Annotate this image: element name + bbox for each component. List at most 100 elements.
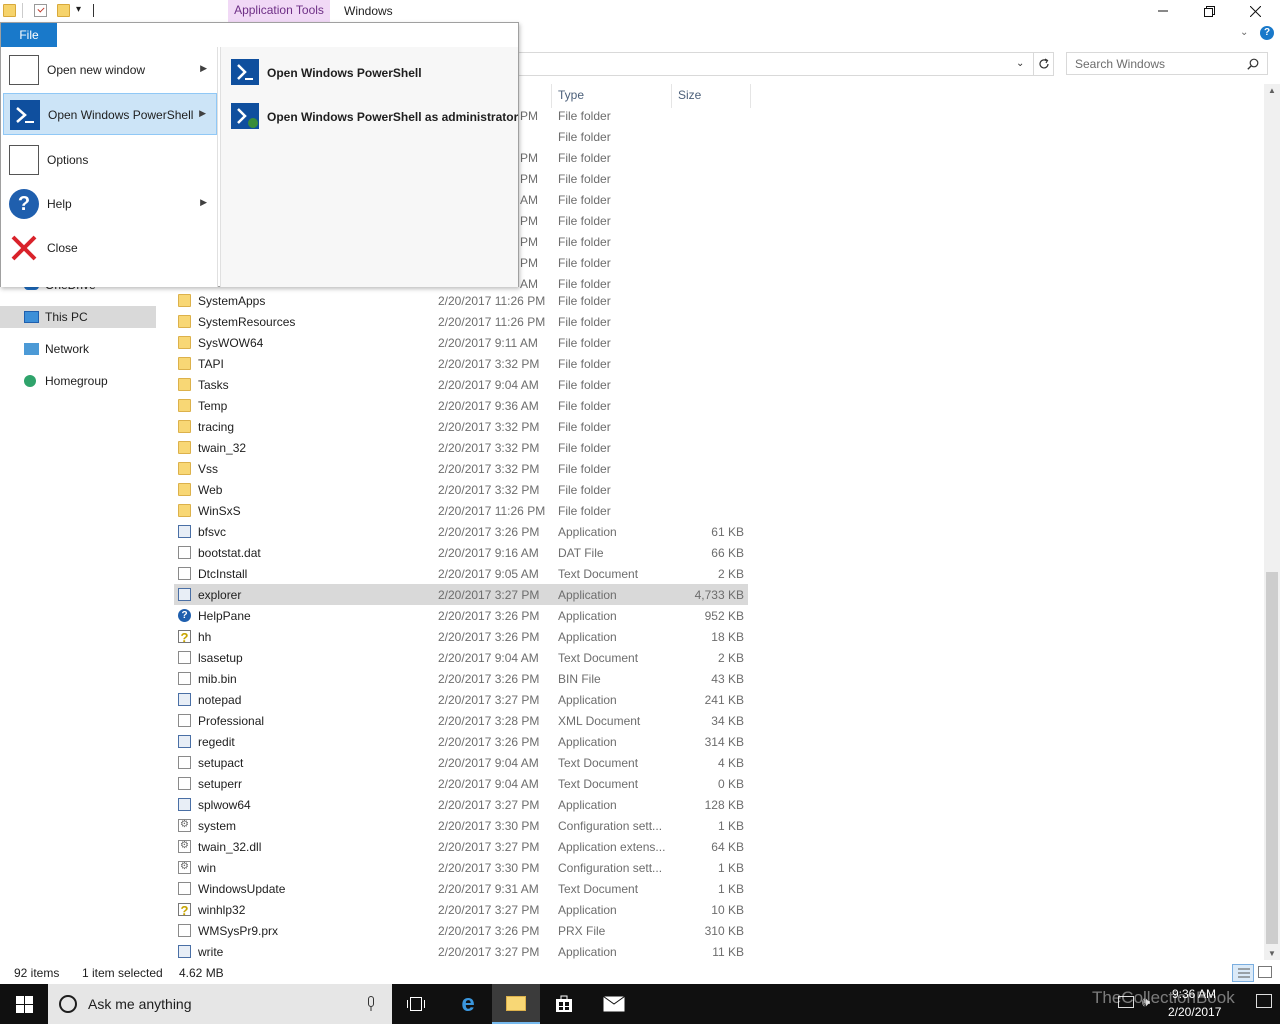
table-row[interactable]: SysWOW64 2/20/2017 9:11 AM File folder	[174, 332, 748, 353]
column-separator[interactable]	[750, 84, 751, 108]
table-row[interactable]: Tasks 2/20/2017 9:04 AM File folder	[174, 374, 748, 395]
file-size: 34 KB	[711, 714, 744, 728]
menu-item-options[interactable]: Options	[3, 139, 217, 181]
application-tools-tab[interactable]: Application Tools	[228, 0, 330, 22]
windows-logo-icon	[15, 995, 33, 1013]
column-header-size[interactable]: Size	[678, 88, 701, 102]
document-icon	[178, 546, 191, 559]
table-row[interactable]: SystemResources 2/20/2017 11:26 PM File fo…	[174, 311, 748, 332]
table-row[interactable]: Vss 2/20/2017 3:32 PM File folder	[174, 458, 748, 479]
menu-item-close[interactable]: Close	[3, 227, 217, 269]
file-size: 1 KB	[717, 882, 744, 896]
search-input[interactable]: Search Windows	[1066, 52, 1268, 75]
close-icon	[9, 233, 39, 263]
table-row[interactable]: Temp 2/20/2017 9:36 AM File folder	[174, 395, 748, 416]
table-row[interactable]: DtcInstall 2/20/2017 9:05 AM Text Document…	[174, 563, 748, 584]
restore-button[interactable]	[1186, 0, 1232, 22]
nav-item-label: Homegroup	[45, 374, 108, 388]
scroll-down-icon[interactable]: ▼	[1268, 949, 1276, 958]
scroll-up-icon[interactable]: ▲	[1268, 86, 1276, 95]
table-row[interactable]: setuperr 2/20/2017 9:04 AM Text Document 0 …	[174, 773, 748, 794]
table-row[interactable]: lsasetup 2/20/2017 9:04 AM Text Document 2 …	[174, 647, 748, 668]
edge-button[interactable]: e	[444, 984, 492, 1024]
menu-item-open-powershell[interactable]: Open Windows PowerShell ▶	[3, 93, 217, 135]
expand-ribbon-icon[interactable]: ⌄	[1240, 27, 1248, 38]
table-row[interactable]: bfsvc 2/20/2017 3:26 PM Application 61 KB	[174, 521, 748, 542]
properties-icon[interactable]	[34, 4, 47, 17]
task-view-button[interactable]	[392, 984, 440, 1024]
file-date: PM	[520, 151, 538, 165]
file-date: 2/20/2017 9:16 AM	[438, 546, 539, 560]
submenu-item-open-powershell-admin[interactable]: Open Windows PowerShell as administrator	[227, 99, 518, 135]
menu-item-help[interactable]: ? Help ▶	[3, 183, 217, 225]
table-row[interactable]: WinSxS 2/20/2017 11:26 PM File folder	[174, 500, 748, 521]
scrollbar-thumb[interactable]	[1266, 572, 1278, 944]
table-row[interactable]: Web 2/20/2017 3:32 PM File folder	[174, 479, 748, 500]
application-icon	[178, 798, 191, 811]
table-row[interactable]: tracing 2/20/2017 3:32 PM File folder	[174, 416, 748, 437]
minimize-button[interactable]	[1140, 0, 1186, 22]
address-bar[interactable]: ⌄	[516, 52, 1034, 76]
file-type: Application	[558, 798, 617, 812]
file-date: PM	[520, 256, 538, 270]
file-date: PM	[520, 214, 538, 228]
file-name: bfsvc	[198, 525, 227, 539]
large-icons-view-button[interactable]	[1258, 966, 1272, 978]
table-row[interactable]: write 2/20/2017 3:27 PM Application 11 KB	[174, 941, 748, 962]
file-type: File folder	[558, 357, 611, 371]
table-row[interactable]: Professional 2/20/2017 3:28 PM XML Documen…	[174, 710, 748, 731]
table-row[interactable]: notepad 2/20/2017 3:27 PM Application 241 K…	[174, 689, 748, 710]
action-center-icon[interactable]	[1256, 994, 1272, 1008]
status-bar: 92 items 1 item selected 4.62 MB	[0, 962, 1280, 984]
table-row[interactable]: explorer 2/20/2017 3:27 PM Application 4,73…	[174, 584, 748, 605]
address-dropdown-icon[interactable]: ⌄	[1016, 58, 1024, 69]
table-row[interactable]: setupact 2/20/2017 9:04 AM Text Document 4 …	[174, 752, 748, 773]
table-row[interactable]: bootstat.dat 2/20/2017 9:16 AM DAT File 66 …	[174, 542, 748, 563]
window-title: Windows	[344, 4, 393, 18]
column-header-type[interactable]: Type	[558, 88, 584, 102]
customize-quick-access-icon[interactable]: ▾	[76, 4, 81, 15]
microphone-icon[interactable]	[366, 996, 376, 1012]
table-row[interactable]: system 2/20/2017 3:30 PM Configuration set…	[174, 815, 748, 836]
nav-item-homegroup[interactable]: Homegroup	[0, 370, 156, 392]
file-type: Text Document	[558, 777, 639, 791]
file-size: 64 KB	[711, 840, 744, 854]
table-row[interactable]: mib.bin 2/20/2017 3:26 PM BIN File 43 KB	[174, 668, 748, 689]
file-explorer-button[interactable]	[492, 984, 540, 1024]
close-window-button[interactable]	[1232, 0, 1278, 22]
submenu-item-open-powershell[interactable]: Open Windows PowerShell	[227, 55, 513, 91]
mail-button[interactable]	[590, 984, 638, 1024]
table-row[interactable]: ? winhlp32 2/20/2017 3:27 PM Application 10 …	[174, 899, 748, 920]
file-date: 2/20/2017 3:27 PM	[438, 693, 540, 707]
nav-item-this-pc[interactable]: This PC	[0, 306, 156, 328]
taskbar-search-box[interactable]: Ask me anything	[48, 984, 392, 1024]
help-icon[interactable]: ?	[1260, 26, 1274, 40]
table-row[interactable]: ? hh 2/20/2017 3:26 PM Application 18 KB	[174, 626, 748, 647]
refresh-button[interactable]	[1034, 52, 1054, 76]
new-folder-icon[interactable]	[57, 4, 70, 17]
store-button[interactable]	[540, 984, 588, 1024]
table-row[interactable]: win 2/20/2017 3:30 PM Configuration sett..…	[174, 857, 748, 878]
table-row[interactable]: TAPI 2/20/2017 3:32 PM File folder	[174, 353, 748, 374]
table-row[interactable]: regedit 2/20/2017 3:26 PM Application 314 K…	[174, 731, 748, 752]
file-name: tracing	[198, 420, 235, 434]
file-name: Professional	[198, 714, 265, 728]
restore-icon	[1203, 5, 1215, 17]
table-row[interactable]: WindowsUpdate 2/20/2017 9:31 AM Text Docum…	[174, 878, 748, 899]
table-row[interactable]: splwow64 2/20/2017 3:27 PM Application 128 …	[174, 794, 748, 815]
file-date: 2/20/2017 9:04 AM	[438, 756, 539, 770]
nav-item-network[interactable]: Network	[0, 338, 156, 360]
table-row[interactable]: SystemApps 2/20/2017 11:26 PM File folder	[174, 290, 748, 311]
submenu-item-label: Open Windows PowerShell as administrator	[267, 110, 519, 124]
table-row[interactable]: WMSysPr9.prx 2/20/2017 3:26 PM PRX File 310…	[174, 920, 748, 941]
folder-icon[interactable]	[3, 4, 16, 17]
details-view-button[interactable]	[1232, 964, 1254, 982]
table-row[interactable]: twain_32.dll 2/20/2017 3:27 PM Application…	[174, 836, 748, 857]
start-button[interactable]	[0, 984, 48, 1024]
file-size: 0 KB	[717, 777, 744, 791]
table-row[interactable]: twain_32 2/20/2017 3:32 PM File folder	[174, 437, 748, 458]
file-tab[interactable]: File	[1, 23, 57, 47]
table-row[interactable]: ? HelpPane 2/20/2017 3:26 PM Application 952…	[174, 605, 748, 626]
application-icon	[178, 735, 191, 748]
menu-item-open-new-window[interactable]: Open new window ▶	[3, 49, 217, 91]
